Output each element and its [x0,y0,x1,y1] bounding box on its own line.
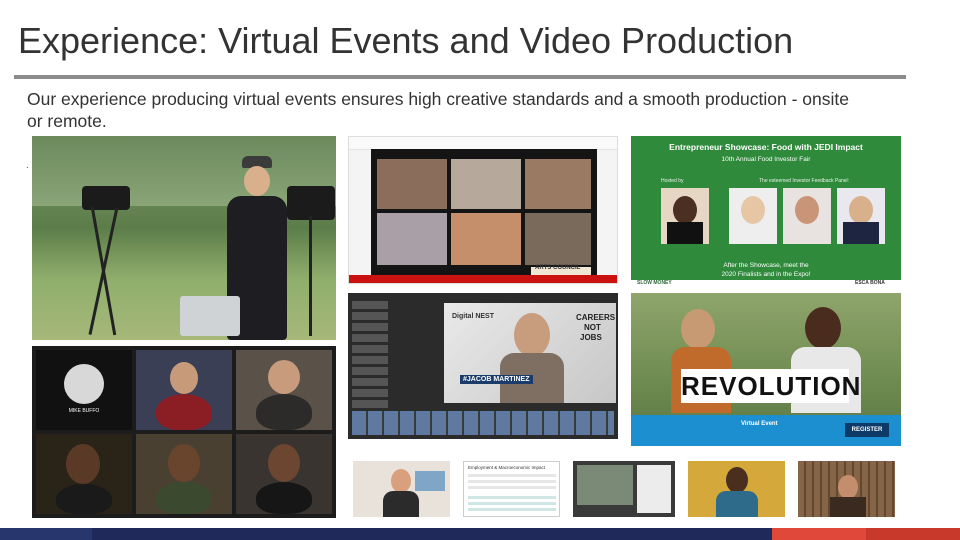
virtual-event-label: Virtual Event [741,421,778,427]
tile-name-badge: MIKE BUFFO [36,350,132,430]
photo-camera-operator [32,136,336,340]
laptop [180,296,240,336]
arts-council-logo: ARTS COUNCIL [535,265,581,271]
thumb-impact-document: Employment & Macroeconomic Impact [463,461,560,517]
footer-segment-navy [0,528,92,540]
tile-participant-6 [236,434,332,514]
thumb-panelist [688,461,785,517]
red-carpet [349,275,617,283]
register-button[interactable]: REGISTER [845,423,889,437]
screen [371,149,597,279]
photo-zoom-gallery: MIKE BUFFO [32,346,336,518]
esca-bona-logo: ESCA BONA [855,280,885,286]
footer-color-bar [0,528,960,540]
digital-nest-logo: Digital NEST [452,313,495,320]
hosted-by-label: Hosted by [661,178,684,184]
showcase-footer-1: After the Showcase, meet the [723,262,809,269]
stray-bullet: . [26,160,29,171]
tile-participant-5 [136,434,232,514]
name-badge-label: MIKE BUFFO [68,408,100,414]
tile-participant-2 [136,350,232,430]
panelist-portrait-1 [729,188,777,244]
footer-segment-dark-red [866,528,960,540]
photo-arts-council-event: ARTS COUNCIL [348,136,618,284]
showcase-subheading: 10th Annual Food Investor Fair [721,156,811,163]
slogan-jobs: JOBS [580,333,602,342]
thumb-presenter [353,461,450,517]
panelist-portrait-2 [783,188,831,244]
thumb-video-call [573,461,675,517]
panel-label: The esteemed Investor Feedback Panel: [759,178,850,184]
slogan-careers: CAREERS [576,313,616,322]
lower-third-name: #JACOB MARTINEZ [460,375,533,384]
photo-revolution-event: REVOLUTION Virtual Event REGISTER [631,293,901,446]
doc-heading: Employment & Macroeconomic Impact [468,465,546,470]
showcase-heading: Entrepreneur Showcase: Food with JEDI Im… [669,142,863,152]
tile-participant-3 [236,350,332,430]
title-divider [14,75,906,79]
timeline [352,411,614,435]
panelist-portrait-3 [837,188,885,244]
photo-entrepreneur-showcase: Entrepreneur Showcase: Food with JEDI Im… [631,136,901,288]
footer-segment-red [772,528,866,540]
tile-participant-4 [36,434,132,514]
host-portrait-1 [661,188,709,244]
thumb-bookshelf-call [798,461,895,517]
slow-money-logo: SLOW MONEY [637,280,672,286]
tripod-camera-left [72,176,132,336]
slogan-not: NOT [584,323,601,332]
showcase-footer-2: 2020 Finalists and in the Expo! [721,271,811,278]
revolution-wordmark: REVOLUTION [681,369,862,403]
photo-video-editor: Digital NEST CAREERS NOT JOBS #JACOB MAR… [348,293,618,439]
media-bin [352,301,388,419]
slide-title: Experience: Virtual Events and Video Pro… [18,20,794,61]
tripod-camera-right [287,176,336,336]
slide-subtitle: Our experience producing virtual events … [27,89,849,131]
